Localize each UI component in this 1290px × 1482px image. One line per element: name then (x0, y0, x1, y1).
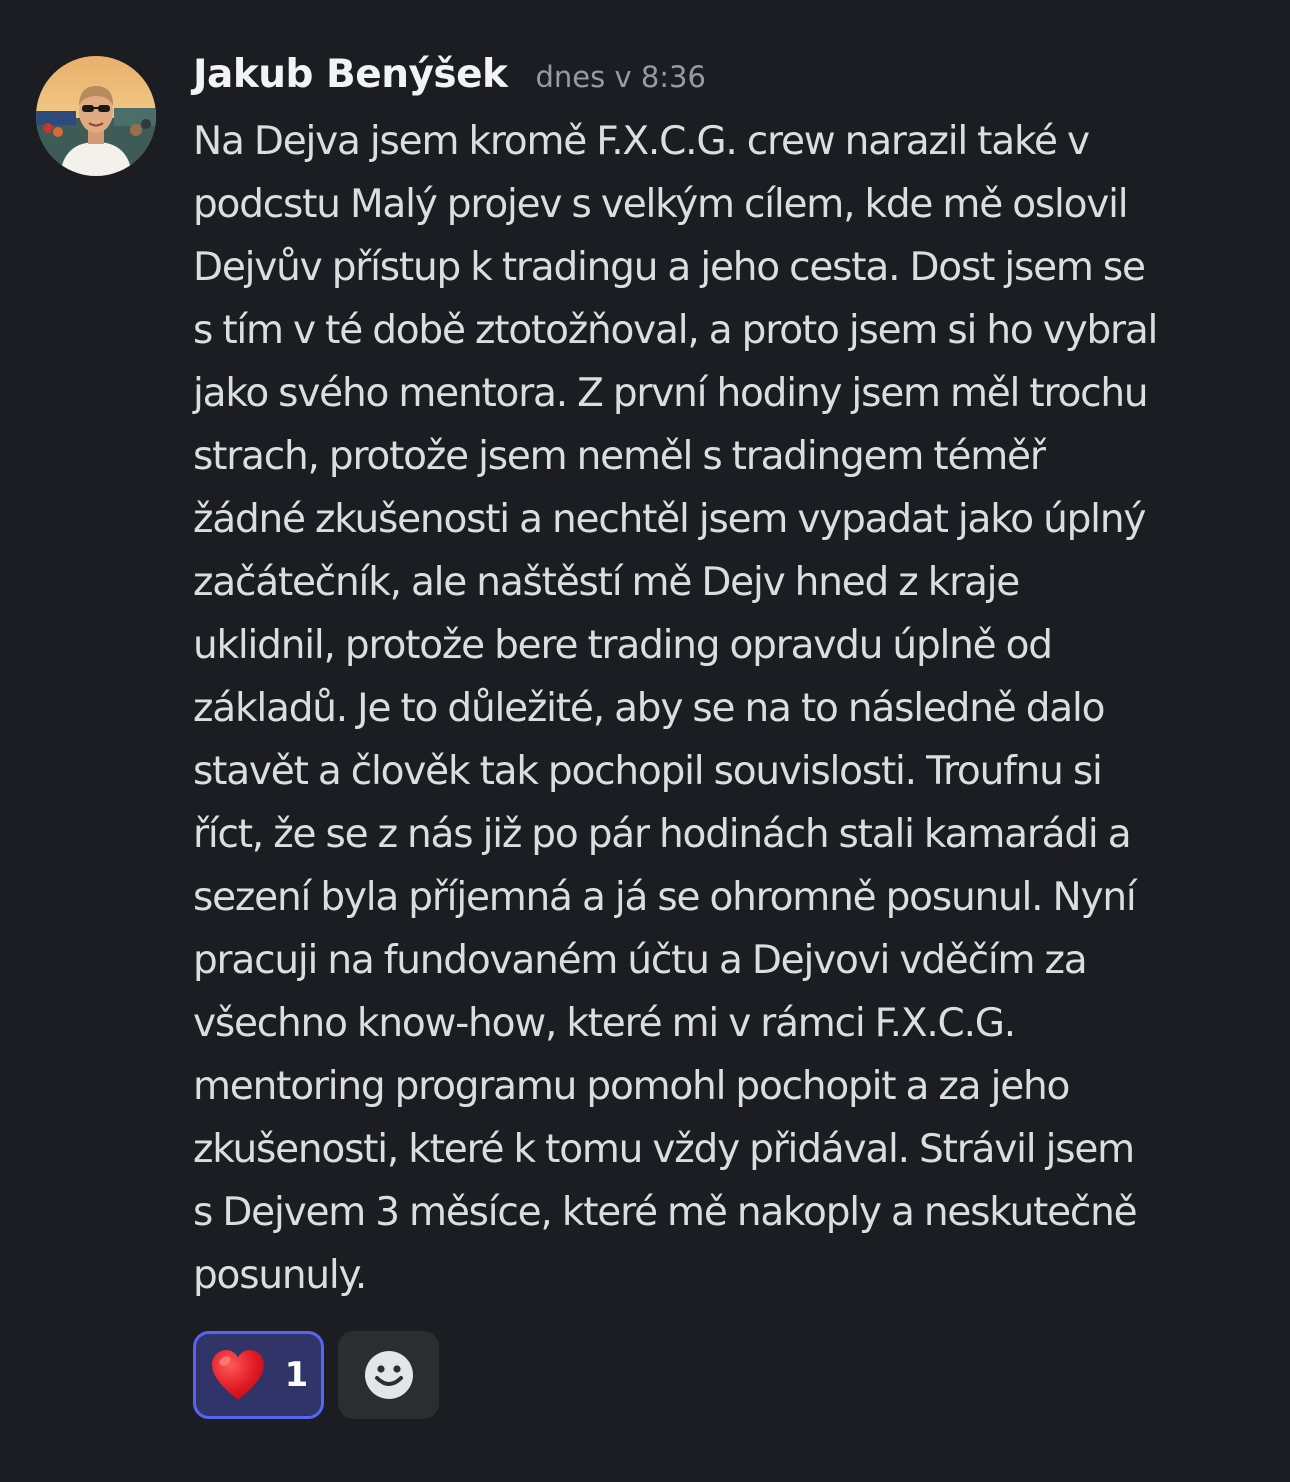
smiley-face-icon (364, 1351, 413, 1399)
message-text-line: žádné zkušenosti a nechtěl jsem vypadat … (193, 497, 1146, 542)
message-text-line: říct, že se z nás již po pár hodinách st… (193, 812, 1132, 857)
chat-message: Jakub Benýšek dnes v 8:36 Na Dejva jsem … (0, 0, 1290, 1482)
message-text-line: sezení byla příjemná a já se ohromně pos… (193, 875, 1137, 920)
message-text-line: pracuji na fundovaném účtu a Dejvovi vdě… (193, 938, 1088, 983)
message-text-line: Dejvův přístup k tradingu a jeho cesta. … (193, 245, 1146, 290)
avatar-photo-icon (36, 56, 156, 176)
message-text-line: Na Dejva jsem kromě F.X.C.G. crew narazi… (193, 119, 1090, 164)
reaction-count: 1 (284, 1355, 309, 1395)
message-text-line: strach, protože jsem neměl s tradingem t… (193, 434, 1046, 479)
author-avatar[interactable] (36, 56, 156, 176)
message-text-line: s Dejvem 3 měsíce, které mě nakoply a ne… (193, 1190, 1138, 1235)
message-text-line: uklidnil, protože bere trading opravdu ú… (193, 623, 1053, 668)
red-heart-icon (211, 1350, 264, 1400)
message-text-line: všechno know-how, které mi v rámci F.X.C… (193, 1001, 1016, 1046)
heart-reaction-button[interactable]: 1 (193, 1331, 324, 1419)
message-text-line: stavět a člověk tak pochopil souvislosti… (193, 749, 1103, 794)
message-text-line: základů. Je to důležité, aby se na to ná… (193, 686, 1105, 731)
add-reaction-button[interactable] (338, 1331, 439, 1419)
message-text-line: s tím v té době ztotožňoval, a proto jse… (193, 308, 1158, 353)
message-text-line: podcstu Malý projev s velkým cílem, kde … (193, 182, 1129, 227)
message-text-line: posunuly. (193, 1253, 367, 1298)
reactions-bar: 1 (193, 1331, 439, 1419)
message-text-line: začátečník, ale naštěstí mě Dejv hned z … (193, 560, 1020, 605)
message-text-line: mentoring programu pomohl pochopit a za … (193, 1064, 1070, 1109)
message-text-line: zkušenosti, které k tomu vždy přidával. … (193, 1127, 1135, 1172)
message-text-line: jako svého mentora. Z první hodiny jsem … (193, 371, 1149, 416)
author-name[interactable]: Jakub Benýšek (193, 52, 508, 97)
message-header: Jakub Benýšek dnes v 8:36 (193, 52, 706, 108)
message-timestamp: dnes v 8:36 (535, 60, 706, 94)
message-content: Na Dejva jsem kromě F.X.C.G. crew narazi… (193, 110, 1258, 1307)
